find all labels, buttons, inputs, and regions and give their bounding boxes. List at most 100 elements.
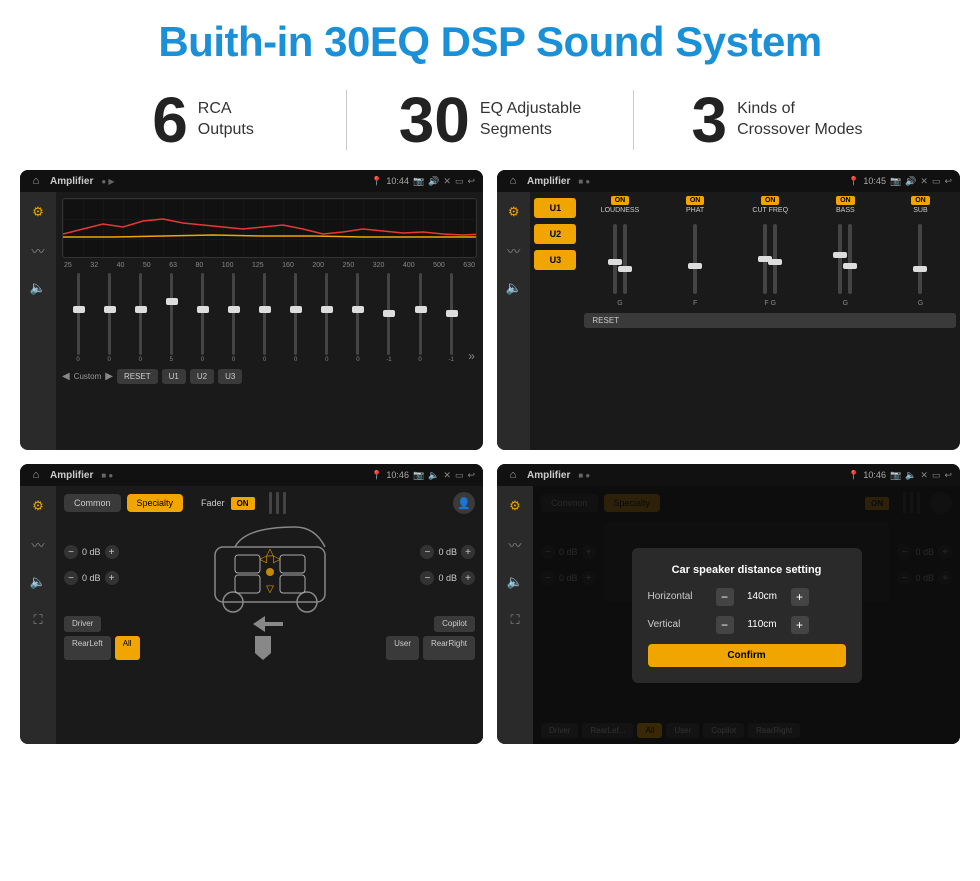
distance-speaker-icon[interactable]: 🔈	[503, 570, 527, 594]
db-minus-fr[interactable]: −	[420, 545, 434, 559]
freq-50: 50	[143, 262, 151, 269]
horizontal-minus-btn[interactable]: −	[716, 588, 734, 606]
cutfreq-on[interactable]: ON	[761, 196, 780, 205]
loudness-slider-left[interactable]	[613, 224, 617, 294]
db-plus-rl[interactable]: +	[105, 571, 119, 585]
eq-next-btn[interactable]: ▶	[105, 371, 113, 382]
crossover-filter-icon[interactable]: ⚙	[502, 200, 526, 224]
fader-wave-icon[interactable]: 〰	[26, 532, 50, 556]
crossover-speaker-icon[interactable]: 🔈	[502, 276, 526, 300]
distance-wave-icon[interactable]: 〰	[503, 532, 527, 556]
horizontal-plus-btn[interactable]: +	[791, 588, 809, 606]
stat-eq: 30 EQ Adjustable Segments	[347, 88, 633, 152]
svg-text:▷: ▷	[273, 554, 281, 565]
fader-window-icon: ▭	[455, 470, 464, 481]
page-header: Buith-in 30EQ DSP Sound System	[0, 0, 980, 76]
fader-slider-3[interactable]	[283, 492, 286, 514]
u3-button[interactable]: U3	[534, 250, 576, 270]
cutfreq-slider-l[interactable]	[763, 224, 767, 294]
crossover-inner: U1 U2 U3 ON LOUDNESS	[530, 192, 960, 450]
eq-slider-1[interactable]: 0	[95, 273, 123, 363]
distance-status-bar: ⌂ Amplifier ■ ● 📍 10:46 📷 🔈 ✕ ▭ ↩	[497, 464, 960, 486]
eq-slider-3[interactable]: 5	[157, 273, 185, 363]
eq-slider-6[interactable]: 0	[251, 273, 279, 363]
loudness-slider-right[interactable]	[623, 224, 627, 294]
distance-expand-icon[interactable]: ⛶	[503, 608, 527, 632]
freq-200: 200	[312, 262, 324, 269]
eq-prev-btn[interactable]: ◀	[62, 371, 70, 382]
confirm-button[interactable]: Confirm	[648, 644, 846, 667]
bass-slider-l[interactable]	[838, 224, 842, 294]
db-val-rr: 0 dB	[438, 573, 457, 583]
eq-status-bar: ⌂ Amplifier ● ▶ 📍 10:44 📷 🔊 ✕ ▭ ↩	[20, 170, 483, 192]
eq-slider-10[interactable]: -1	[375, 273, 403, 363]
eq-slider-7[interactable]: 0	[282, 273, 310, 363]
eq-panel-content: ⚙ 〰 🔈	[20, 192, 483, 450]
db-minus-rl[interactable]: −	[64, 571, 78, 585]
distance-panel-content: ⚙ 〰 🔈 ⛶ Common Specialty ON	[497, 486, 960, 744]
eq-filter-icon[interactable]: ⚙	[26, 200, 50, 224]
u1-button[interactable]: U1	[534, 198, 576, 218]
eq-slider-0[interactable]: 0	[64, 273, 92, 363]
fader-on-toggle[interactable]: ON	[231, 497, 255, 510]
eq-slider-2[interactable]: 0	[126, 273, 154, 363]
fader-speaker-icon[interactable]: 🔈	[26, 570, 50, 594]
distance-filter-icon[interactable]: ⚙	[503, 494, 527, 518]
vertical-control: − 110cm +	[716, 616, 809, 634]
vertical-minus-btn[interactable]: −	[716, 616, 734, 634]
loudness-on[interactable]: ON	[611, 196, 630, 205]
db-plus-fr[interactable]: +	[461, 545, 475, 559]
eq-u3-btn[interactable]: U3	[218, 369, 242, 384]
user-btn[interactable]: User	[386, 636, 419, 660]
eq-speaker-icon[interactable]: 🔈	[26, 276, 50, 300]
specialty-tab[interactable]: Specialty	[127, 494, 184, 512]
car-svg: ◁ ▷ △ ▽	[195, 517, 345, 617]
db-plus-fl[interactable]: +	[105, 545, 119, 559]
db-minus-fl[interactable]: −	[64, 545, 78, 559]
stat-text-crossover: Kinds of Crossover Modes	[737, 99, 862, 141]
eq-time: 10:44	[386, 176, 409, 186]
fader-filter-icon[interactable]: ⚙	[26, 494, 50, 518]
eq-u1-btn[interactable]: U1	[162, 369, 186, 384]
fader-expand-icon[interactable]: ⛶	[26, 608, 50, 632]
crossover-panel-content: ⚙ 〰 🔈 U1 U2 U3 ON LOUDNESS	[497, 192, 960, 450]
crossover-wave-icon[interactable]: 〰	[502, 238, 526, 262]
eq-slider-5[interactable]: 0	[219, 273, 247, 363]
fader-slider-2[interactable]	[276, 492, 279, 514]
bass-on[interactable]: ON	[836, 196, 855, 205]
crossover-sidebar: ⚙ 〰 🔈	[497, 192, 530, 450]
cutfreq-col: ON CUT FREQ F G	[735, 196, 806, 307]
all-btn[interactable]: All	[115, 636, 140, 660]
rearright-btn[interactable]: RearRight	[423, 636, 475, 660]
sub-on[interactable]: ON	[911, 196, 930, 205]
eq-slider-8[interactable]: 0	[313, 273, 341, 363]
driver-btn[interactable]: Driver	[64, 616, 101, 632]
eq-slider-11[interactable]: 0	[406, 273, 434, 363]
eq-graph	[62, 198, 477, 258]
bass-slider-r[interactable]	[848, 224, 852, 294]
rearleft-btn[interactable]: RearLeft	[64, 636, 111, 660]
cutfreq-slider-r[interactable]	[773, 224, 777, 294]
fader-slider-1[interactable]	[269, 492, 272, 514]
eq-reset-btn[interactable]: RESET	[117, 369, 158, 384]
sub-slider[interactable]	[918, 224, 922, 294]
common-tab[interactable]: Common	[64, 494, 121, 512]
db-minus-rr[interactable]: −	[420, 571, 434, 585]
eq-slider-4[interactable]: 0	[188, 273, 216, 363]
home-icon: ⌂	[28, 173, 44, 189]
db-plus-rr[interactable]: +	[461, 571, 475, 585]
copilot-btn[interactable]: Copilot	[434, 616, 475, 632]
crossover-reset-btn[interactable]: RESET	[584, 313, 956, 328]
volume-icon: 🔊	[428, 176, 439, 187]
db-control-rr: − 0 dB +	[420, 571, 475, 585]
phat-slider[interactable]	[693, 224, 697, 294]
fader-settings-icon[interactable]: 👤	[453, 492, 475, 514]
eq-slider-9[interactable]: 0	[344, 273, 372, 363]
vertical-plus-btn[interactable]: +	[791, 616, 809, 634]
u2-button[interactable]: U2	[534, 224, 576, 244]
eq-wave-icon[interactable]: 〰	[26, 238, 50, 262]
phat-on[interactable]: ON	[686, 196, 705, 205]
horizontal-row: Horizontal − 140cm +	[648, 588, 846, 606]
eq-u2-btn[interactable]: U2	[190, 369, 214, 384]
eq-slider-12[interactable]: -1	[437, 273, 465, 363]
